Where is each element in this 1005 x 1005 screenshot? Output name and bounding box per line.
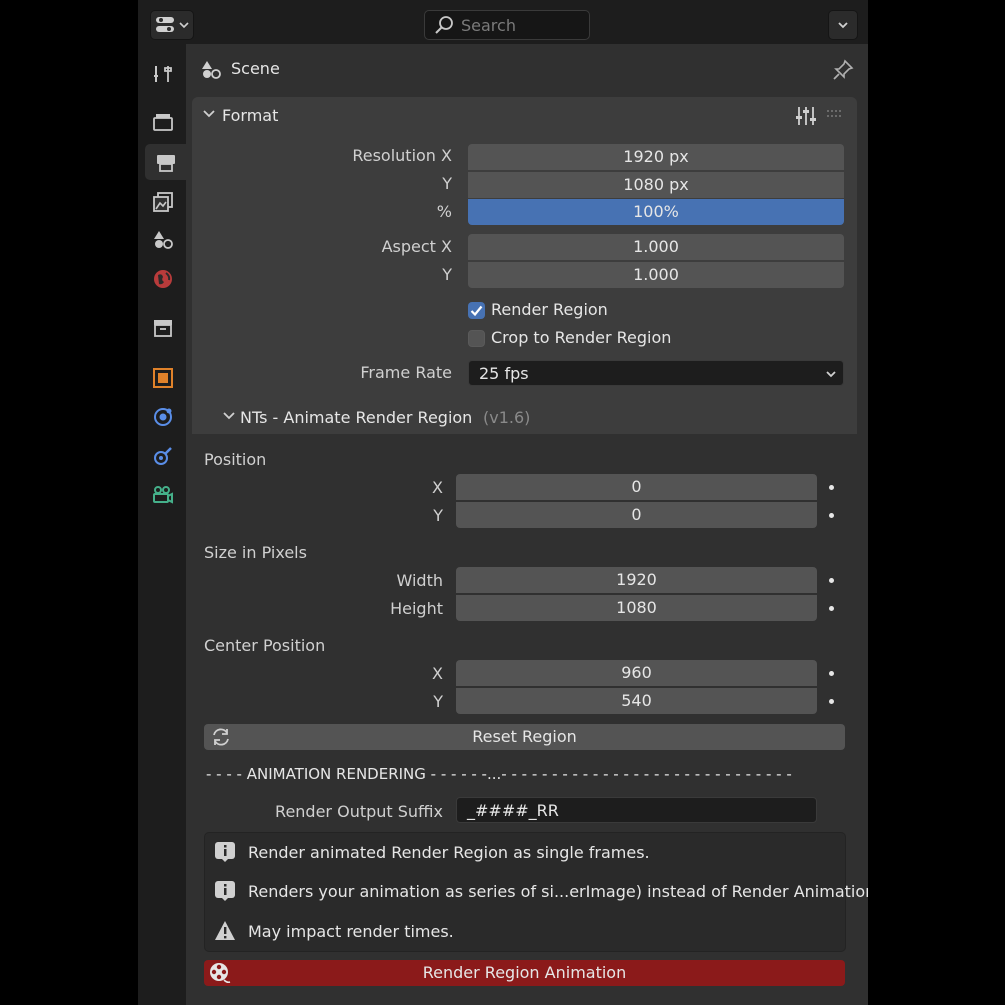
tab-object[interactable] bbox=[145, 360, 181, 396]
tab-output[interactable] bbox=[145, 144, 186, 180]
frame-rate-dropdown[interactable]: 25 fps bbox=[468, 360, 844, 386]
info-box: Render animated Render Region as single … bbox=[204, 832, 868, 952]
render-output-suffix-label: Render Output Suffix bbox=[275, 802, 443, 821]
render-region-animation-label: Render Region Animation bbox=[422, 963, 627, 982]
crop-to-render-region-label[interactable]: Crop to Render Region bbox=[491, 328, 671, 347]
center-x-field[interactable]: 960 bbox=[456, 660, 817, 686]
world-icon bbox=[154, 270, 172, 288]
search-placeholder: Search bbox=[461, 16, 516, 35]
scene-icon bbox=[154, 231, 173, 249]
resolution-percent-slider[interactable]: 100% bbox=[468, 199, 844, 225]
format-panel: Format Resolution X 1920 px Y 1080 px % … bbox=[192, 97, 857, 434]
tab-render[interactable] bbox=[145, 104, 181, 140]
tab-scene[interactable] bbox=[145, 222, 181, 258]
aspect-y-label: Y bbox=[442, 265, 452, 284]
output-printer-icon bbox=[156, 155, 175, 172]
height-field[interactable]: 1080 bbox=[456, 595, 817, 621]
width-field[interactable]: 1920 bbox=[456, 567, 817, 593]
info-icon bbox=[215, 881, 235, 901]
frame-rate-label: Frame Rate bbox=[360, 363, 452, 382]
keyframe-dot[interactable] bbox=[829, 578, 834, 583]
info-icon bbox=[215, 842, 235, 862]
tab-collection[interactable] bbox=[145, 310, 181, 346]
tool-icon bbox=[154, 66, 172, 82]
keyframe-dot[interactable] bbox=[829, 513, 834, 518]
keyframe-dot[interactable] bbox=[829, 671, 834, 676]
properties-editor-icon bbox=[156, 17, 174, 32]
position-y-field[interactable]: 0 bbox=[456, 502, 817, 528]
camera-data-icon bbox=[153, 486, 173, 504]
editor-type-button[interactable] bbox=[150, 10, 194, 40]
aspect-y-field[interactable]: 1.000 bbox=[468, 262, 844, 288]
size-heading: Size in Pixels bbox=[204, 543, 307, 562]
keyframe-dot[interactable] bbox=[829, 485, 834, 490]
physics-icon bbox=[154, 408, 172, 426]
center-y-field[interactable]: 540 bbox=[456, 688, 817, 714]
frame-rate-value: 25 fps bbox=[479, 364, 529, 383]
aspect-x-label: Aspect X bbox=[381, 237, 452, 256]
warning-icon bbox=[215, 921, 235, 940]
info-text-2: Renders your animation as series of si..… bbox=[248, 882, 868, 901]
render-output-suffix-input[interactable]: _####_RR bbox=[456, 797, 817, 823]
search-input[interactable]: Search bbox=[424, 10, 590, 40]
center-heading: Center Position bbox=[204, 636, 326, 655]
tab-tool[interactable] bbox=[145, 56, 181, 92]
resolution-x-label: Resolution X bbox=[352, 146, 452, 165]
chevron-down-icon bbox=[826, 371, 836, 378]
width-label: Width bbox=[396, 571, 443, 590]
context-title: Scene bbox=[231, 59, 280, 78]
position-x-label: X bbox=[432, 478, 443, 497]
chevron-down-icon bbox=[179, 22, 189, 29]
info-text-1: Render animated Render Region as single … bbox=[248, 843, 650, 862]
top-bar: Search bbox=[138, 0, 868, 44]
resolution-percent-label: % bbox=[436, 202, 452, 221]
render-camera-icon bbox=[153, 114, 173, 131]
tab-constraints[interactable] bbox=[145, 438, 181, 474]
chevron-down-icon[interactable] bbox=[222, 410, 236, 422]
properties-editor: Search Scene Format Resolution X 1920 px… bbox=[138, 0, 868, 1005]
view-layer-icon bbox=[153, 192, 173, 212]
checkmark-icon bbox=[470, 305, 483, 317]
format-panel-title[interactable]: Format bbox=[222, 106, 278, 125]
position-y-label: Y bbox=[433, 506, 443, 525]
collection-icon bbox=[154, 320, 172, 337]
tab-data[interactable] bbox=[145, 477, 181, 513]
chevron-down-icon[interactable] bbox=[202, 108, 216, 120]
drag-handle-icon[interactable] bbox=[826, 109, 842, 119]
resolution-y-field[interactable]: 1080 px bbox=[468, 172, 844, 198]
render-region-checkbox[interactable] bbox=[468, 302, 485, 319]
tab-world[interactable] bbox=[145, 261, 181, 297]
tab-physics[interactable] bbox=[145, 399, 181, 435]
center-y-label: Y bbox=[433, 692, 443, 711]
chevron-down-icon bbox=[838, 22, 848, 29]
position-x-field[interactable]: 0 bbox=[456, 474, 817, 500]
render-region-label[interactable]: Render Region bbox=[491, 300, 608, 319]
crop-to-render-region-checkbox[interactable] bbox=[468, 330, 485, 347]
scene-icon bbox=[202, 61, 221, 79]
keyframe-dot[interactable] bbox=[829, 699, 834, 704]
aspect-x-field[interactable]: 1.000 bbox=[468, 234, 844, 260]
tab-view-layer[interactable] bbox=[145, 184, 181, 220]
keyframe-dot[interactable] bbox=[829, 606, 834, 611]
reset-region-label: Reset Region bbox=[472, 727, 577, 746]
addon-version: (v1.6) bbox=[483, 408, 531, 427]
height-label: Height bbox=[390, 599, 443, 618]
presets-icon[interactable] bbox=[794, 104, 818, 128]
options-dropdown-button[interactable] bbox=[828, 10, 858, 40]
center-x-label: X bbox=[432, 664, 443, 683]
resolution-y-label: Y bbox=[442, 174, 452, 193]
info-text-3: May impact render times. bbox=[248, 922, 454, 941]
position-heading: Position bbox=[204, 450, 267, 469]
constraints-icon bbox=[154, 447, 172, 465]
properties-tab-bar bbox=[138, 44, 186, 1005]
context-header: Scene bbox=[193, 52, 863, 86]
animation-rendering-divider: - - - - ANIMATION RENDERING - - - - - -.… bbox=[206, 765, 792, 783]
pin-icon[interactable] bbox=[831, 58, 855, 82]
search-icon bbox=[435, 16, 453, 34]
addon-panel-title[interactable]: NTs - Animate Render Region bbox=[240, 408, 472, 427]
resolution-x-field[interactable]: 1920 px bbox=[468, 144, 844, 170]
reset-region-button[interactable]: Reset Region bbox=[204, 724, 845, 750]
object-icon bbox=[153, 368, 173, 388]
render-region-animation-button[interactable]: Render Region Animation bbox=[204, 960, 845, 986]
